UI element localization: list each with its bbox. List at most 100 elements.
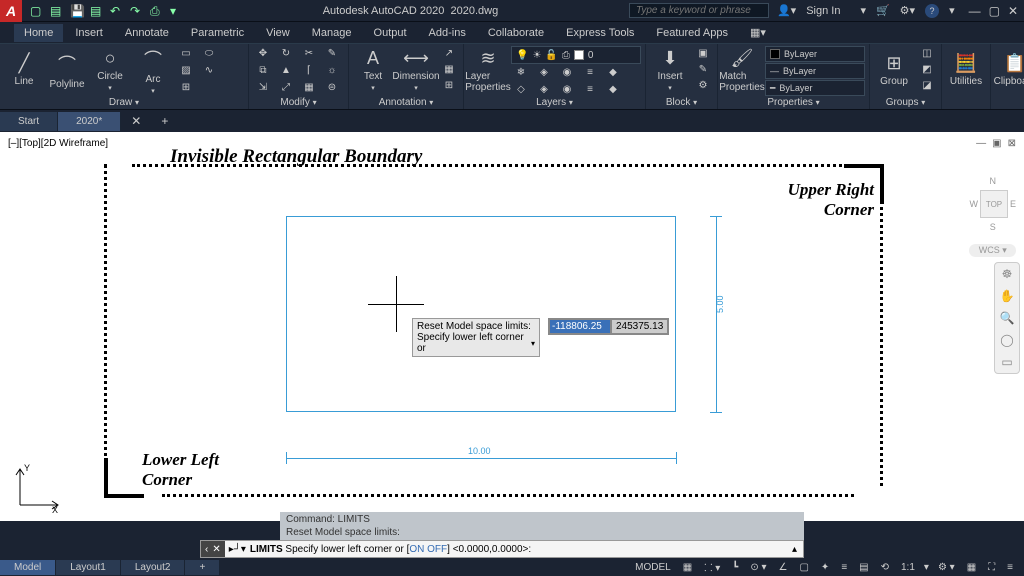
status-isodraft-icon[interactable]: ∠ <box>776 562 791 573</box>
saveas-icon[interactable]: ▤ <box>90 4 104 18</box>
signin-label[interactable]: Sign In <box>806 5 840 17</box>
status-transparency-icon[interactable]: ▤ <box>856 562 871 573</box>
cmd-option-off[interactable]: OFF <box>427 544 447 555</box>
scale-icon[interactable]: ⤢ <box>276 80 296 95</box>
match-properties-button[interactable]: 🖌Match Properties <box>722 46 762 94</box>
cmd-option-on[interactable]: ON <box>409 544 424 555</box>
minimize-button[interactable]: — <box>969 4 981 18</box>
view-minimize-icon[interactable]: — <box>976 138 986 149</box>
hatch-icon[interactable]: ▨ <box>176 63 196 78</box>
circle-button[interactable]: ○Circle▾ <box>90 46 130 94</box>
leader-icon[interactable]: ↗ <box>439 46 459 61</box>
view-close-icon[interactable]: ⊠ <box>1008 138 1016 149</box>
edit-block-icon[interactable]: ✎ <box>693 62 713 77</box>
print-icon[interactable]: ⎙ <box>150 4 164 18</box>
status-menu-icon[interactable]: ≡ <box>1004 562 1016 573</box>
line-button[interactable]: ╱Line <box>4 46 44 94</box>
tab-manage[interactable]: Manage <box>302 24 362 42</box>
status-model-button[interactable]: MODEL <box>632 562 674 573</box>
dynamic-input-y[interactable]: 245375.13 <box>612 320 667 333</box>
table-icon[interactable]: ▦ <box>439 62 459 77</box>
viewcube-e[interactable]: E <box>1010 199 1016 209</box>
panel-annotation-label[interactable]: Annotation ▾ <box>353 96 459 109</box>
viewcube-n[interactable]: N <box>969 176 1016 186</box>
group-button[interactable]: ⊞Group <box>874 46 914 94</box>
dimension-button[interactable]: ⟷Dimension▾ <box>396 46 436 94</box>
status-clean-icon[interactable]: ⛶ <box>985 562 998 573</box>
command-line[interactable]: ‹✕ ▸┘▾ LIMITS Specify lower left corner … <box>200 540 804 558</box>
open-icon[interactable]: ▤ <box>50 4 64 18</box>
signin-icon[interactable]: 👤▾ <box>777 4 796 17</box>
status-3dosnap-icon[interactable]: ✦ <box>818 562 832 573</box>
drawing-area[interactable]: [–][Top][2D Wireframe] — ▣ ⊠ Invisible R… <box>0 132 1024 521</box>
mirror-icon[interactable]: ▲ <box>276 63 296 78</box>
ellipse-icon[interactable]: ⬭ <box>199 46 219 61</box>
status-customize-icon[interactable]: ▦ <box>964 562 979 573</box>
status-polar-icon[interactable]: ⊙ ▾ <box>747 562 769 573</box>
tab-home[interactable]: Home <box>14 24 63 42</box>
layer-combo[interactable]: 💡☀🔓⎙0 <box>511 46 641 64</box>
apps-icon[interactable]: ⚙▾ <box>900 4 915 17</box>
undo-icon[interactable]: ↶ <box>110 4 124 18</box>
point-icon[interactable]: ⊞ <box>176 80 196 95</box>
panel-block-label[interactable]: Block ▾ <box>650 96 713 109</box>
panel-properties-label[interactable]: Properties ▾ <box>722 96 865 109</box>
rotate-icon[interactable]: ↻ <box>276 46 296 61</box>
tab-start[interactable]: Start <box>0 112 58 131</box>
help-icon[interactable]: ? <box>925 4 939 18</box>
linetype-combo[interactable]: ━ByLayer <box>765 80 865 96</box>
utilities-button[interactable]: 🧮Utilities <box>946 46 986 94</box>
search-input[interactable] <box>629 3 769 18</box>
explode-icon[interactable]: ☼ <box>322 63 342 78</box>
nav-zoom-icon[interactable]: 🔍 <box>1000 311 1015 325</box>
redo-icon[interactable]: ↷ <box>130 4 144 18</box>
move-icon[interactable]: ✥ <box>253 46 273 61</box>
erase-icon[interactable]: ✎ <box>322 46 342 61</box>
fillet-icon[interactable]: ⌈ <box>299 63 319 78</box>
layer-iso-icon[interactable]: ❄ <box>511 65 531 80</box>
tab-add-button[interactable]: + <box>151 114 178 128</box>
mtext-icon[interactable]: ⊞ <box>439 78 459 93</box>
viewport-label[interactable]: [–][Top][2D Wireframe] <box>8 138 108 149</box>
layout-tab-2[interactable]: Layout2 <box>121 560 186 575</box>
rectangle-icon[interactable]: ▭ <box>176 46 196 61</box>
viewcube[interactable]: N W TOP E S WCS ▾ <box>969 176 1016 257</box>
tab-addins[interactable]: Add-ins <box>419 24 476 42</box>
status-scale[interactable]: 1:1 <box>898 562 918 573</box>
new-icon[interactable]: ▢ <box>30 4 44 18</box>
tab-view[interactable]: View <box>256 24 300 42</box>
close-cmd-icon[interactable]: ✕ <box>212 544 220 555</box>
qat-dropdown-icon[interactable]: ▾ <box>170 4 184 18</box>
app-logo[interactable]: A <box>0 0 22 22</box>
viewcube-w[interactable]: W <box>969 199 978 209</box>
status-ortho-icon[interactable]: ┗ <box>729 562 741 573</box>
nav-pan-icon[interactable]: ✋ <box>1000 289 1015 303</box>
tab-file[interactable]: 2020* <box>58 112 121 131</box>
viewcube-wcs[interactable]: WCS ▾ <box>969 244 1016 257</box>
tab-output[interactable]: Output <box>364 24 417 42</box>
dynamic-input-x[interactable] <box>550 320 610 333</box>
panel-layers-label[interactable]: Layers ▾ <box>468 96 641 109</box>
nav-orbit-icon[interactable]: ◯ <box>1000 333 1013 347</box>
layout-tab-model[interactable]: Model <box>0 560 56 575</box>
maximize-button[interactable]: ▢ <box>989 4 1000 18</box>
close-icon[interactable]: ‹ <box>205 544 208 555</box>
panel-groups-label[interactable]: Groups ▾ <box>874 96 937 109</box>
copy-icon[interactable]: ⧉ <box>253 63 273 78</box>
create-block-icon[interactable]: ▣ <box>693 46 713 61</box>
tab-close-button[interactable]: ✕ <box>121 114 151 128</box>
status-grid-icon[interactable]: ▦ <box>680 562 695 573</box>
tab-insert[interactable]: Insert <box>65 24 113 42</box>
status-lineweight-icon[interactable]: ≡ <box>838 562 850 573</box>
status-gear-icon[interactable]: ⚙ ▾ <box>935 562 958 573</box>
text-button[interactable]: AText▾ <box>353 46 393 94</box>
command-line-handle[interactable]: ‹✕ <box>201 541 225 557</box>
clipboard-button[interactable]: 📋Clipboard <box>995 46 1024 94</box>
arc-button[interactable]: ⌒Arc▾ <box>133 46 173 94</box>
viewcube-top[interactable]: TOP <box>980 190 1008 218</box>
offset-icon[interactable]: ⊜ <box>322 80 342 95</box>
nav-fullnav-icon[interactable]: ☸ <box>1002 267 1013 281</box>
polyline-button[interactable]: ⌒Polyline <box>47 46 87 94</box>
panel-modify-label[interactable]: Modify ▾ <box>253 96 344 109</box>
layer-properties-button[interactable]: ≋Layer Properties <box>468 46 508 94</box>
